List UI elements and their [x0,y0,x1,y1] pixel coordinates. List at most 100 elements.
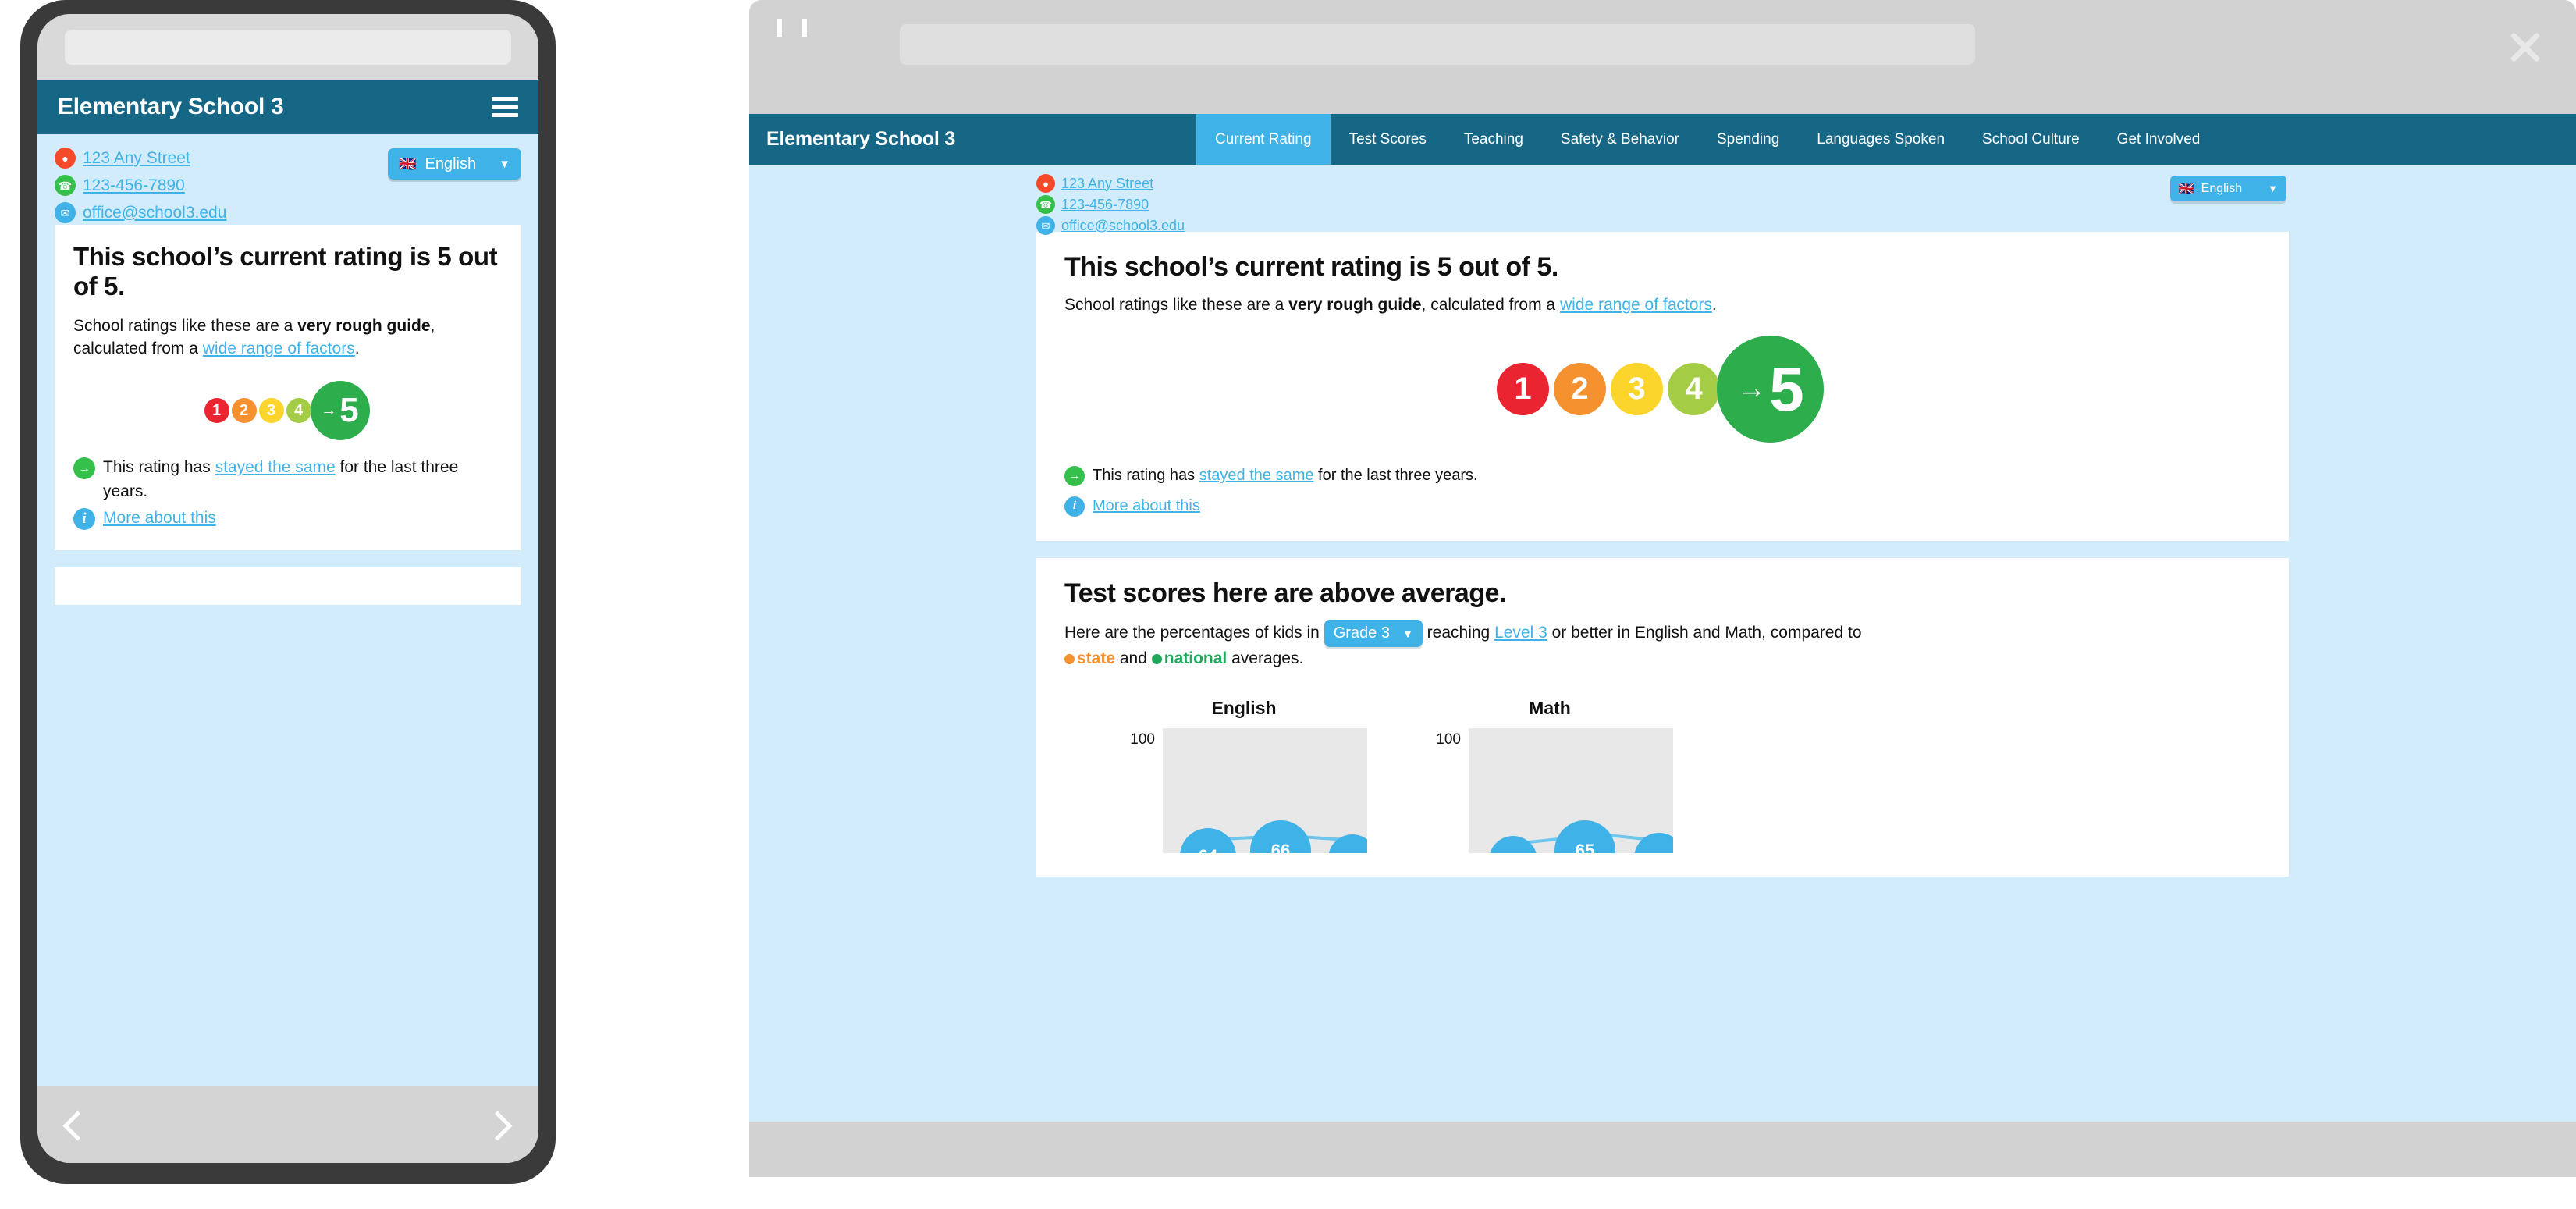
contact-email-row[interactable]: ✉ office@school3.edu [1036,216,2576,235]
tab-current-rating[interactable]: Current Rating [1196,114,1331,165]
national-legend-dot [1152,654,1162,664]
state-legend-dot [1064,654,1075,664]
desktop-page-content: ● 123 Any Street ☎ 123-456-7890 ✉ office… [749,165,2576,1122]
tab-languages-spoken[interactable]: Languages Spoken [1798,114,1963,165]
phone-contact-block: ● 123 Any Street ☎ 123-456-7890 ✉ office… [37,134,538,220]
address-link[interactable]: 123 Any Street [83,149,190,168]
location-pin-icon: ● [55,148,76,169]
phone-back-button[interactable] [58,1107,92,1141]
hamburger-icon[interactable] [492,97,518,117]
screenshot-stage: Elementary School 3 ● 123 Any Street ☎ 1… [0,0,2576,1209]
tab-test-scores[interactable]: Test Scores [1331,114,1445,165]
desktop-test-scores-card: Test scores here are above average. Here… [1036,558,2289,876]
test-scores-charts: English 100 64 66 [1064,698,2261,853]
phone-url-bar[interactable] [65,30,511,65]
stayed-the-same-link[interactable]: stayed the same [215,458,336,476]
test-scores-heading: Test scores here are above average. [1064,578,2261,609]
uk-flag-icon: 🇬🇧 [2179,181,2194,197]
phone-rating-heading: This school’s current rating is 5 out of… [73,242,503,302]
contact-phone-row[interactable]: ☎ 123-456-7890 [1036,195,2576,214]
forward-arrow-icon[interactable] [802,23,807,37]
stayed-the-same-link[interactable]: stayed the same [1199,467,1314,484]
more-about-this-link[interactable]: More about this [103,507,503,530]
chart-english: English 100 64 66 [1121,698,1367,853]
desktop-window-bottom [749,1122,2576,1177]
more-about-this-link[interactable]: More about this [1093,495,2261,517]
wide-range-of-factors-link[interactable]: wide range of factors [1560,296,1712,314]
phone-icon: ☎ [1036,195,1055,214]
wide-range-of-factors-link[interactable]: wide range of factors [203,340,355,357]
chart-english-bubble-1: 64 [1180,828,1236,853]
desktop-nav-arrows [777,23,807,37]
desktop-language-label: English [2201,182,2242,196]
phone-rating-description: School ratings like these are a very rou… [73,315,503,361]
arrow-right-icon: → [321,402,336,420]
info-icon: i [1064,496,1085,517]
chart-math-bubble-1 [1489,836,1537,853]
grade-select[interactable]: Grade 3▼ [1324,620,1423,647]
location-pin-icon: ● [1036,174,1055,193]
desktop-trend-note: → This rating has stayed the same for th… [1064,464,2261,487]
phone-forward-button[interactable] [484,1107,518,1141]
mail-icon: ✉ [55,202,76,223]
current-rating-value: 5 [1769,354,1804,425]
phone-browser-bottom-bar [37,1086,538,1163]
chart-english-bubble-2: 66 [1250,820,1311,853]
chart-math-ytick-top: 100 [1427,728,1469,749]
phone-link[interactable]: 123-456-7890 [83,176,185,195]
current-rating-value: 5 [339,391,358,430]
rating-bubble-2: 2 [232,398,257,423]
chart-english-plot: 64 66 [1163,728,1367,853]
rating-bubble-5-current: →5 [1717,336,1824,443]
tab-get-involved[interactable]: Get Involved [2098,114,2219,165]
chart-math-title: Math [1427,698,1673,719]
tab-school-culture[interactable]: School Culture [1963,114,2098,165]
rating-bubble-2: 2 [1554,363,1606,415]
tab-safety-behavior[interactable]: Safety & Behavior [1542,114,1698,165]
phone-language-label: English [425,155,477,173]
phone-screen: Elementary School 3 ● 123 Any Street ☎ 1… [37,14,538,1163]
desktop-contact-block: ● 123 Any Street ☎ 123-456-7890 ✉ office… [749,165,2576,232]
level-3-link[interactable]: Level 3 [1494,624,1547,642]
chart-math-bubble-2: 65 [1554,820,1615,853]
desktop-browser-window: Elementary School 3 Current Rating Test … [749,0,2576,1177]
chart-english-title: English [1121,698,1367,719]
address-link[interactable]: 123 Any Street [1061,176,1153,192]
national-legend-label: national [1164,649,1228,667]
contact-address-row[interactable]: ● 123 Any Street [1036,174,2576,193]
desktop-school-title: Elementary School 3 [749,114,1196,165]
desktop-url-bar[interactable] [900,24,1975,65]
desktop-more-about-row[interactable]: i More about this [1064,495,2261,517]
contact-email-row[interactable]: ✉ office@school3.edu [55,202,521,223]
back-arrow-icon[interactable] [777,23,782,37]
tab-teaching[interactable]: Teaching [1445,114,1542,165]
state-legend-label: state [1077,649,1115,667]
test-scores-description: Here are the percentages of kids in Grad… [1064,620,2261,670]
info-icon: i [73,508,95,530]
chevron-down-icon: ▼ [499,158,510,171]
tab-spending[interactable]: Spending [1698,114,1798,165]
phone-site-header: Elementary School 3 [37,80,538,134]
email-link[interactable]: office@school3.edu [83,204,226,222]
desktop-rating-description: School ratings like these are a very rou… [1064,293,2261,317]
email-link[interactable]: office@school3.edu [1061,218,1185,234]
rating-bubble-3: 3 [259,398,284,423]
phone-browser-chrome [37,14,538,80]
desktop-rating-scale: 1 2 3 4 →5 [1064,336,2261,443]
chart-math-plot: 65 [1469,728,1673,853]
close-icon[interactable] [2504,26,2546,68]
arrow-right-icon: → [1736,372,1766,406]
rating-bubble-4: 4 [1668,363,1720,415]
rating-bubble-1: 1 [1497,363,1549,415]
chevron-down-icon: ▼ [1402,626,1413,642]
chart-english-ytick-top: 100 [1121,728,1163,749]
rating-bubble-5-current: →5 [311,381,370,440]
phone-more-about-row[interactable]: i More about this [73,507,503,530]
phone-icon: ☎ [55,175,76,196]
phone-viewport: Elementary School 3 ● 123 Any Street ☎ 1… [37,80,538,1086]
phone-language-selector[interactable]: 🇬🇧 English ▼ [388,148,521,180]
phone-link[interactable]: 123-456-7890 [1061,197,1149,213]
desktop-language-selector[interactable]: 🇬🇧 English ▼ [2170,176,2286,201]
phone-mockup: Elementary School 3 ● 123 Any Street ☎ 1… [20,0,556,1184]
rating-bubble-3: 3 [1611,363,1663,415]
